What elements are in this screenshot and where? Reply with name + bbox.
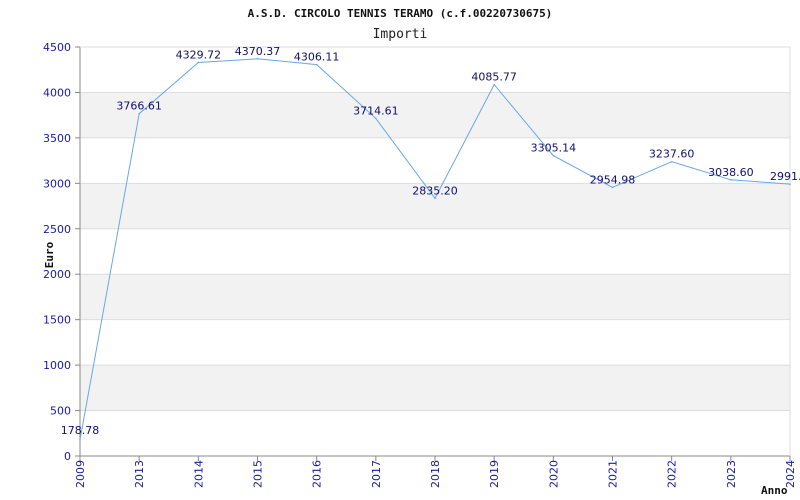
data-label: 4085.77 (471, 71, 517, 84)
plot-band (80, 274, 790, 320)
y-tick-label: 4000 (43, 86, 71, 99)
data-label: 4370.37 (235, 45, 281, 58)
x-tick-label: 2023 (725, 460, 738, 488)
data-label: 3237.60 (649, 148, 695, 161)
y-tick-label: 0 (64, 450, 71, 463)
data-point (730, 179, 732, 181)
data-label: 2954.98 (590, 173, 636, 186)
data-point (552, 154, 555, 157)
data-label: 3714.61 (353, 104, 399, 117)
x-tick-label: 2016 (311, 460, 324, 488)
y-tick-label: 1500 (43, 314, 71, 327)
line-chart: A.S.D. CIRCOLO TENNIS TERAMO (c.f.002207… (43, 7, 800, 497)
data-point (670, 160, 673, 163)
data-point (789, 183, 791, 185)
y-axis-label: Euro (43, 241, 56, 268)
x-tick-label: 2018 (429, 460, 442, 488)
data-label: 4306.11 (294, 51, 340, 64)
data-label: 4329.72 (176, 48, 222, 61)
data-point (138, 112, 140, 115)
x-tick-label: 2017 (370, 460, 383, 488)
data-label: 2991.40 (770, 170, 800, 183)
y-tick-label: 2000 (43, 268, 71, 281)
x-tick-label: 2019 (488, 460, 501, 488)
y-tick-label: 500 (50, 405, 71, 418)
data-label: 2835.20 (412, 184, 458, 197)
x-tick-label: 2015 (252, 460, 265, 488)
y-tick-label: 2500 (43, 223, 71, 236)
plot-band (80, 92, 790, 138)
chart-title: A.S.D. CIRCOLO TENNIS TERAMO (c.f.002207… (248, 7, 553, 20)
y-tick-label: 3500 (43, 132, 71, 145)
data-point (79, 438, 81, 441)
x-tick-label: 2021 (607, 460, 620, 488)
data-point (256, 57, 259, 60)
y-tick-label: 3000 (43, 177, 71, 190)
data-point (197, 61, 200, 64)
data-label: 3038.60 (708, 166, 754, 179)
data-label: 3305.14 (531, 142, 577, 155)
y-tick-label: 4500 (43, 41, 71, 54)
data-point (611, 186, 614, 189)
x-axis-label: Anno (761, 484, 788, 497)
x-tick-label: 2020 (547, 460, 560, 488)
data-point (315, 63, 318, 66)
x-tick-label: 2013 (133, 460, 146, 488)
data-label: 3766.61 (116, 100, 162, 113)
x-tick-label: 2014 (192, 460, 205, 488)
x-tick-labels: 2009 2013 2014 2015 2016 2017 2018 2019 2020 2021… (74, 460, 797, 488)
data-point (493, 83, 495, 86)
plot-bands (80, 92, 790, 411)
data-label: 178.78 (61, 424, 100, 437)
chart-subtitle: Importi (373, 27, 428, 42)
y-tick-label: 1000 (43, 359, 71, 372)
plot-band (80, 365, 790, 411)
data-point (434, 197, 436, 200)
x-tick-label: 2022 (666, 460, 679, 488)
x-tick-label: 2009 (74, 460, 87, 488)
data-point (375, 117, 377, 120)
